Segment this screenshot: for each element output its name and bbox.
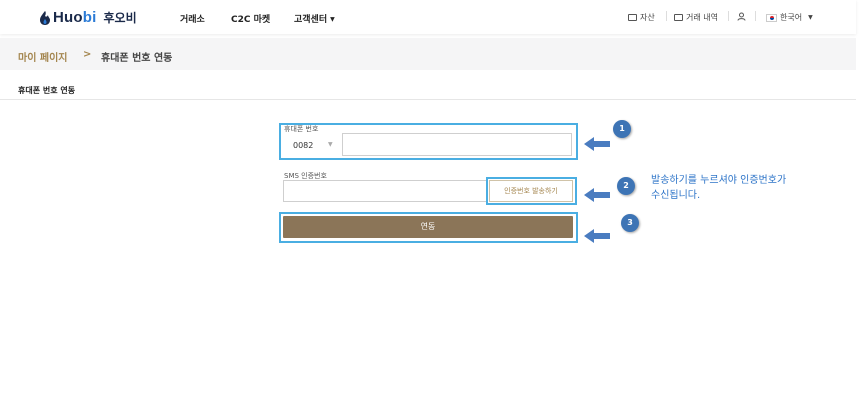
section-title: 휴대폰 번호 연동 [18,86,76,95]
nav-c2c-market[interactable]: C2C 마켓 [231,12,270,25]
nav-orders[interactable]: 거래 내역 [674,12,718,23]
link-button[interactable]: 연동 [283,216,573,238]
section-divider [0,99,856,100]
top-navigation-bar: Huobi 후오비 거래소 C2C 마켓 고객센터 ▼ 자산 거래 내역 한국어 … [0,0,856,34]
send-code-button[interactable]: 인증번호 발송하기 [489,180,573,202]
nav-assets[interactable]: 자산 [628,12,655,23]
logo-korean-name: 후오비 [103,11,137,25]
nav-divider [755,11,756,21]
breadcrumb-my-page[interactable]: 마이 페이지 [18,49,67,64]
breadcrumb-separator: > [83,49,92,60]
sms-code-input[interactable] [283,180,487,202]
step-badge-1: 1 [613,120,631,138]
annotation-arrow-2-icon [584,188,610,202]
country-code-value: 0082 [293,141,314,150]
phone-input[interactable] [342,133,572,156]
phone-label: 휴대폰 번호 [284,125,319,133]
nav-orders-label: 거래 내역 [686,13,718,22]
orders-icon [674,14,683,21]
huobi-flame-icon [40,10,50,25]
language-label: 한국어 [780,13,803,22]
annotation-note-line-1: 발송하기를 누르셔야 인증번호가 [651,175,787,186]
breadcrumb: 마이 페이지 > 휴대폰 번호 연동 [0,38,856,70]
huobi-logo[interactable]: Huobi 후오비 [40,9,137,26]
chevron-down-icon: ▼ [330,16,335,23]
annotation-note-line-2: 수신됩니다. [651,190,701,201]
annotation-note: 발송하기를 누르셔야 인증번호가 수신됩니다. [651,173,841,203]
korea-flag-icon [766,13,777,22]
step-badge-2: 2 [617,177,635,195]
annotation-arrow-1-icon [584,137,610,151]
country-code-select[interactable]: 0082 ▼ [286,134,340,156]
nav-assets-label: 자산 [640,13,655,22]
nav-customer-center[interactable]: 고객센터 ▼ [294,12,335,25]
wallet-icon [628,14,637,21]
user-menu[interactable] [737,12,746,21]
nav-divider [666,11,667,21]
chevron-down-icon: ▼ [328,141,333,148]
user-icon [737,12,746,21]
language-selector[interactable]: 한국어 ▼ [766,12,813,23]
breadcrumb-current: 휴대폰 번호 연동 [101,53,173,64]
logo-wordmark: Huobi [53,9,97,26]
annotation-arrow-3-icon [584,229,610,243]
nav-exchange[interactable]: 거래소 [180,12,205,25]
chevron-down-icon: ▼ [808,14,813,21]
step-badge-3: 3 [621,214,639,232]
nav-divider [728,11,729,21]
